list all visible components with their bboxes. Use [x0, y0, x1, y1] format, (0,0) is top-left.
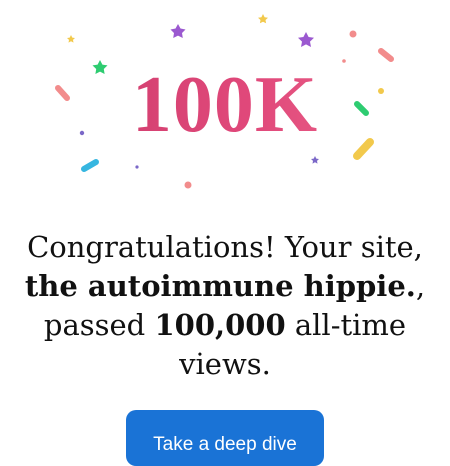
confetti-star	[298, 32, 314, 47]
site-name: the autoimmune hippie.	[24, 269, 416, 303]
confetti-streamer	[81, 159, 99, 172]
confetti-star	[258, 14, 268, 24]
confetti-star	[67, 35, 75, 43]
confetti-dot	[184, 181, 192, 189]
confetti-dot	[349, 30, 357, 38]
confetti-star	[170, 24, 186, 38]
confetti-star	[311, 156, 319, 164]
confetti-dot	[135, 165, 139, 169]
celebration-hero: 100K	[0, 0, 450, 200]
take-a-deep-dive-button[interactable]: Take a deep dive	[126, 410, 324, 466]
view-count: 100,000	[154, 308, 286, 342]
message-text: Congratulations! Your site,	[27, 230, 423, 264]
milestone-count: 100K	[0, 55, 450, 155]
congratulations-message: Congratulations! Your site, the autoimmu…	[20, 228, 430, 384]
